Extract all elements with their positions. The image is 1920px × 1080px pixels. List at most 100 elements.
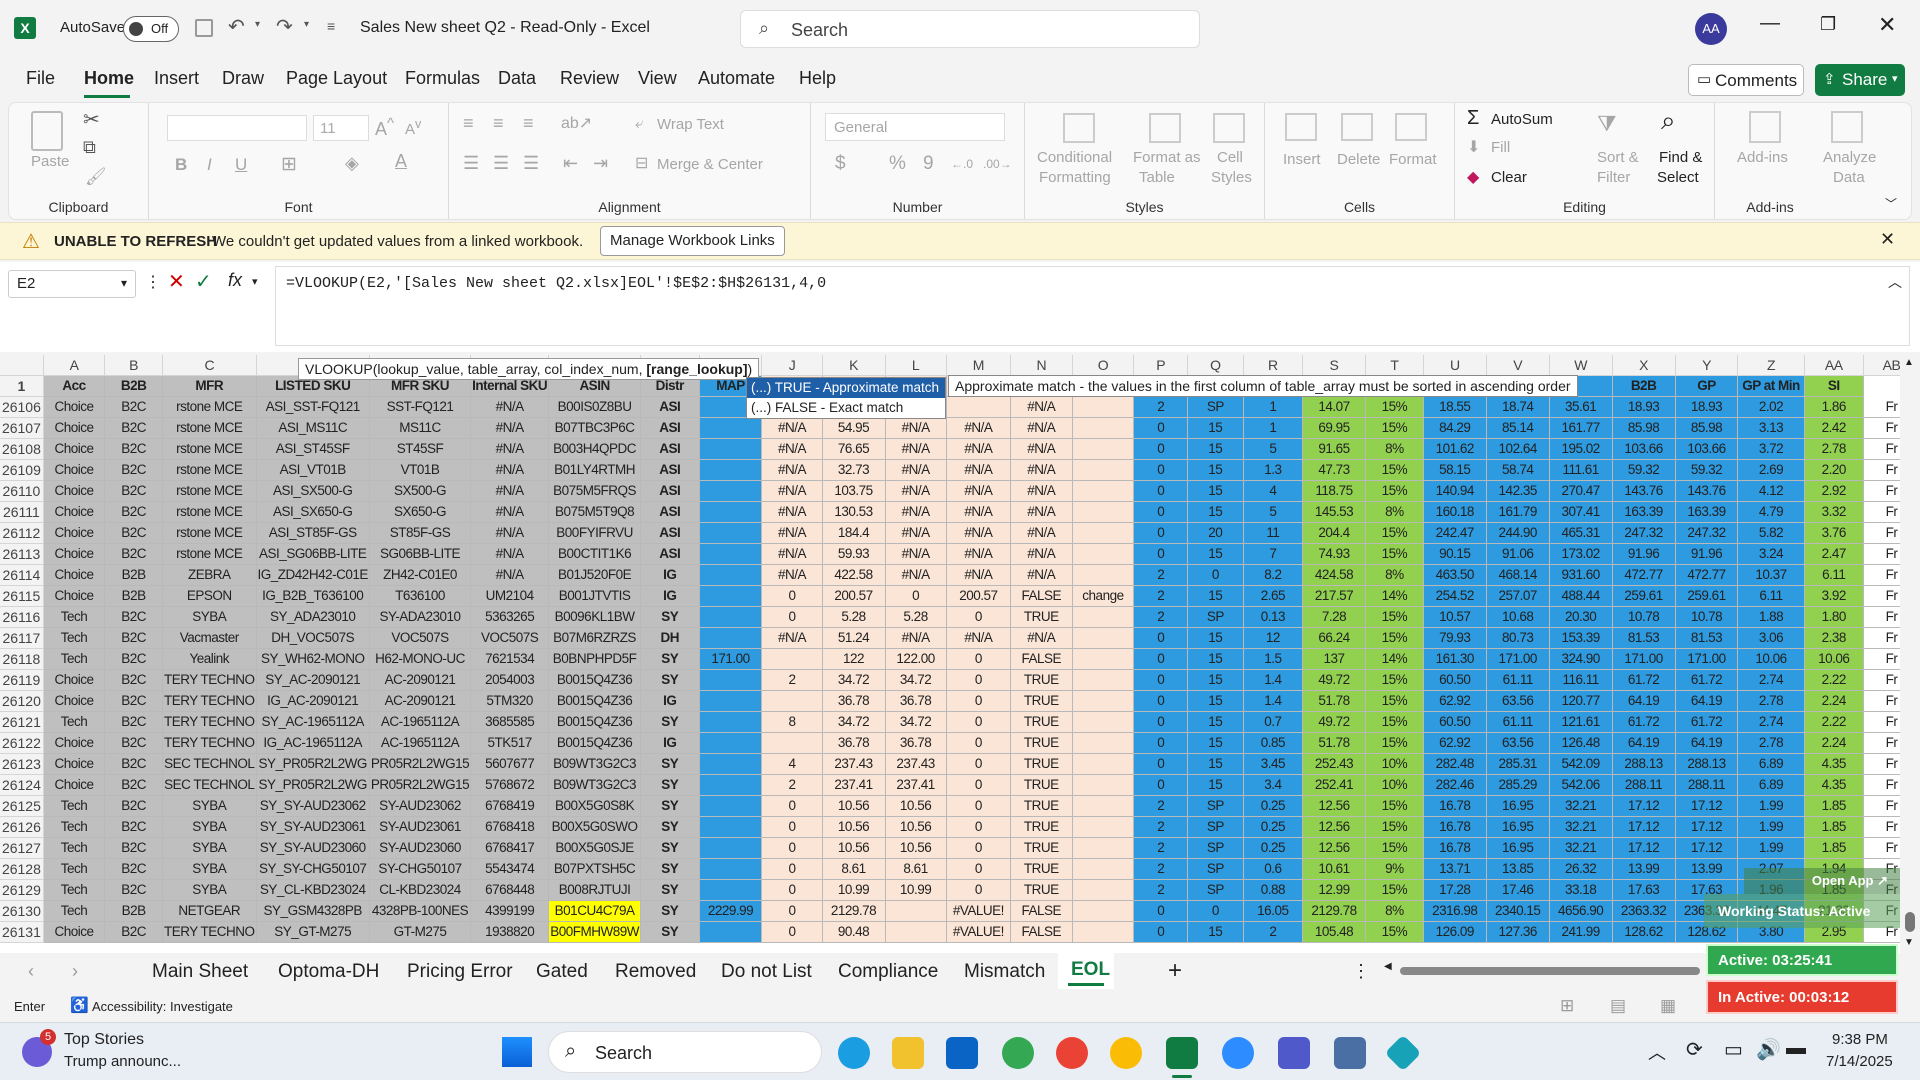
fill-icon[interactable]: ⬇ (1467, 137, 1480, 157)
header-cell[interactable]: GP at Min (1737, 375, 1805, 397)
prev-sheet-icon[interactable]: ‹ (28, 961, 34, 982)
table-cell[interactable] (1072, 543, 1135, 565)
clock-date[interactable]: 7/14/2025 (1826, 1053, 1893, 1070)
table-cell[interactable]: 64.19 (1612, 690, 1676, 712)
table-cell[interactable]: TRUE (1010, 879, 1073, 901)
table-cell[interactable]: 18.93 (1675, 396, 1739, 418)
table-cell[interactable] (885, 900, 947, 922)
table-cell[interactable]: 288.13 (1612, 753, 1676, 775)
table-cell[interactable]: 2316.98 (1423, 900, 1487, 922)
table-cell[interactable]: 0 (946, 648, 1012, 670)
percent-icon[interactable]: % (889, 153, 906, 175)
table-cell[interactable]: 0 (1133, 648, 1188, 670)
table-cell[interactable]: 2 (1133, 816, 1188, 838)
table-cell[interactable]: ST45SF (369, 438, 472, 460)
table-cell[interactable] (1072, 501, 1135, 523)
clock-time[interactable]: 9:38 PM (1832, 1031, 1888, 1048)
column-header[interactable]: Q (1187, 355, 1244, 376)
table-cell[interactable]: NETGEAR (162, 900, 257, 922)
table-cell[interactable]: 237.41 (885, 774, 947, 796)
table-cell[interactable]: 36.78 (822, 732, 886, 754)
table-cell[interactable]: 1.3 (1243, 459, 1304, 481)
table-cell[interactable]: 2.22 (1804, 711, 1864, 733)
table-cell[interactable] (1072, 522, 1135, 544)
table-cell[interactable]: B001JTVTIS (548, 585, 641, 607)
table-cell[interactable]: Choice (43, 774, 106, 796)
table-cell[interactable]: SY_CL-KBD23024 (256, 879, 370, 901)
row-number[interactable]: 26107 (0, 417, 44, 439)
table-cell[interactable]: SY (640, 648, 700, 670)
table-cell[interactable]: 244.90 (1486, 522, 1550, 544)
table-cell[interactable]: 200.57 (822, 585, 886, 607)
sheet-tab-optoma[interactable]: Optoma-DH (278, 961, 379, 983)
table-cell[interactable]: UM2104 (470, 585, 550, 607)
table-cell[interactable]: 91.06 (1486, 543, 1550, 565)
table-cell[interactable]: 3.76 (1804, 522, 1864, 544)
table-cell[interactable]: B2C (104, 711, 164, 733)
table-cell[interactable]: SY (640, 921, 700, 943)
table-cell[interactable]: 247.32 (1675, 522, 1739, 544)
table-cell[interactable]: TRUE (1010, 690, 1073, 712)
table-cell[interactable] (699, 837, 763, 859)
table-cell[interactable] (699, 480, 763, 502)
enter-icon[interactable]: ✓ (195, 269, 212, 294)
table-cell[interactable]: B2C (104, 732, 164, 754)
table-cell[interactable]: 15% (1365, 417, 1424, 439)
table-cell[interactable]: 9% (1365, 858, 1424, 880)
table-cell[interactable]: 10.61 (1302, 858, 1366, 880)
table-cell[interactable]: 259.61 (1675, 585, 1739, 607)
table-cell[interactable]: 542.06 (1549, 774, 1613, 796)
table-cell[interactable]: 63.56 (1486, 732, 1550, 754)
excel-taskbar-icon[interactable] (1166, 1037, 1198, 1069)
table-cell[interactable]: 2.65 (1243, 585, 1304, 607)
table-cell[interactable]: 63.56 (1486, 690, 1550, 712)
table-cell[interactable]: 143.76 (1675, 480, 1739, 502)
table-cell[interactable]: 0 (1133, 522, 1188, 544)
table-cell[interactable]: 1.80 (1804, 606, 1864, 628)
table-cell[interactable]: 35.61 (1549, 396, 1613, 418)
table-cell[interactable]: 0 (1133, 543, 1188, 565)
table-cell[interactable]: 3.32 (1804, 501, 1864, 523)
sheet-tab-removed[interactable]: Removed (615, 961, 696, 983)
table-cell[interactable]: 0 (1133, 753, 1188, 775)
table-cell[interactable]: 0 (946, 837, 1012, 859)
table-cell[interactable]: Choice (43, 438, 106, 460)
table-cell[interactable]: 64.19 (1675, 690, 1739, 712)
column-header[interactable]: N (1010, 355, 1073, 376)
table-cell[interactable]: B00FMHW89W (548, 921, 641, 943)
table-cell[interactable]: 128.62 (1612, 921, 1676, 943)
network-icon[interactable]: ▭ (1724, 1037, 1743, 1062)
table-cell[interactable]: 103.66 (1612, 438, 1676, 460)
table-cell[interactable]: CL-KBD23024 (369, 879, 472, 901)
column-header[interactable]: M (946, 355, 1012, 376)
table-cell[interactable]: #N/A (885, 627, 947, 649)
row-number[interactable]: 26119 (0, 669, 44, 691)
table-cell[interactable]: 17.12 (1675, 795, 1739, 817)
table-cell[interactable]: 36.78 (885, 732, 947, 754)
table-cell[interactable]: 16.78 (1423, 795, 1487, 817)
table-cell[interactable]: B2C (104, 522, 164, 544)
table-cell[interactable]: IG_ZD42H42-C01E (256, 564, 370, 586)
table-cell[interactable]: 282.48 (1423, 753, 1487, 775)
row-number[interactable]: 26106 (0, 396, 44, 418)
table-cell[interactable]: 5TM320 (470, 690, 550, 712)
find-label[interactable]: Find & (1659, 149, 1702, 166)
conditional-formatting-icon[interactable] (1063, 113, 1095, 143)
table-cell[interactable]: 15 (1187, 669, 1244, 691)
table-cell[interactable]: 15% (1365, 480, 1424, 502)
column-header[interactable]: K (822, 355, 886, 376)
table-cell[interactable]: Tech (43, 627, 106, 649)
maximize-icon[interactable]: ❐ (1820, 14, 1836, 35)
table-cell[interactable]: 160.18 (1423, 501, 1487, 523)
table-cell[interactable]: B01CU4C79A (548, 900, 641, 922)
table-cell[interactable]: #N/A (885, 417, 947, 439)
table-cell[interactable]: 18.93 (1612, 396, 1676, 418)
table-cell[interactable]: #N/A (885, 438, 947, 460)
table-cell[interactable]: SY-AUD23061 (369, 816, 472, 838)
table-cell[interactable]: 62.92 (1423, 732, 1487, 754)
table-cell[interactable]: B008RJTUJI (548, 879, 641, 901)
table-cell[interactable]: 34.72 (885, 711, 947, 733)
table-cell[interactable]: T636100 (369, 585, 472, 607)
table-cell[interactable]: 2.24 (1804, 732, 1864, 754)
table-cell[interactable]: 15 (1187, 921, 1244, 943)
